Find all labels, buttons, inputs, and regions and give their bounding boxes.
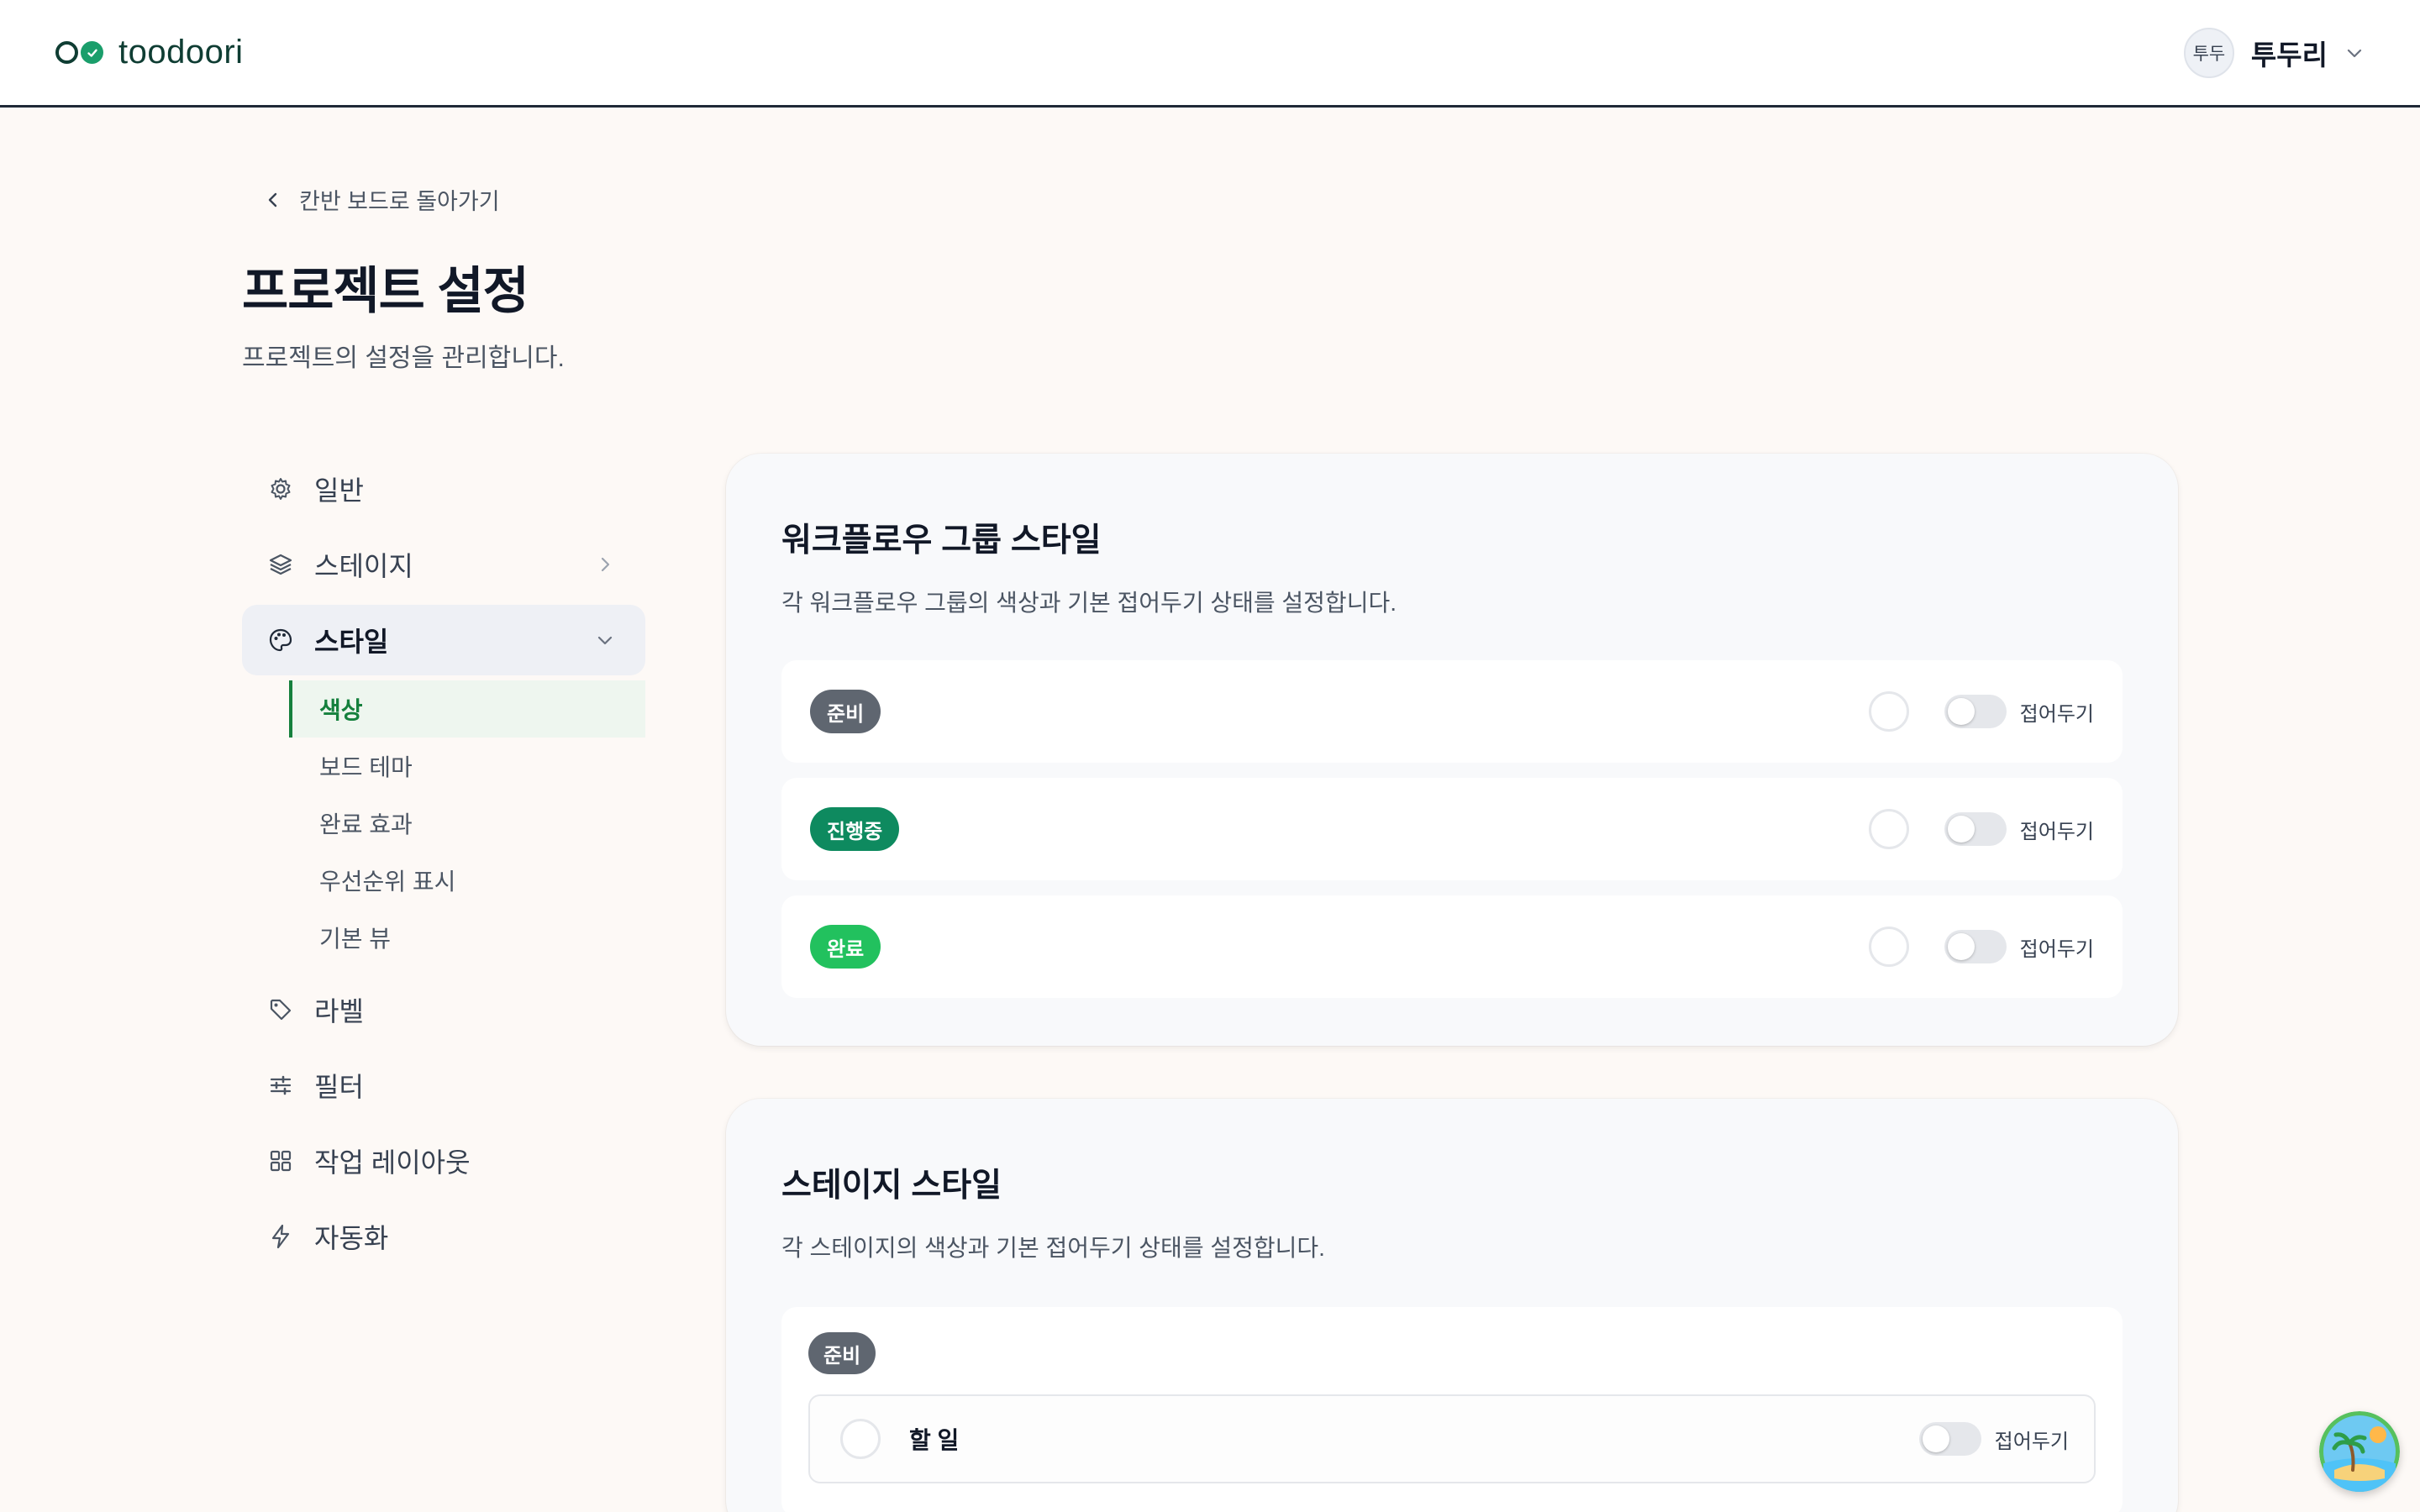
subnav-item-completion-effect[interactable]: 완료 효과 [289, 795, 645, 852]
palette-icon [269, 628, 292, 652]
color-picker-button[interactable] [840, 1419, 881, 1459]
beach-island-icon [2319, 1411, 2400, 1492]
gear-icon [271, 478, 291, 500]
page-description: 프로젝트의 설정을 관리합니다. [242, 344, 565, 372]
collapse-toggle[interactable] [1944, 695, 2007, 728]
color-picker-button[interactable] [1868, 809, 1909, 849]
tag-icon [270, 999, 292, 1021]
user-menu[interactable]: 투두 투두리 [2183, 27, 2365, 78]
color-picker-button[interactable] [1868, 927, 1909, 967]
chevron-left-icon [268, 192, 277, 207]
subnav-item-color[interactable]: 색상 [289, 680, 645, 738]
back-link-label: 칸반 보드로 돌아가기 [299, 189, 500, 214]
subnav-item-board-theme[interactable]: 보드 테마 [289, 738, 645, 795]
workflow-group-row-done: 완료 접어두기 [781, 895, 2123, 998]
workflow-group-row-in-progress: 진행중 접어두기 [781, 778, 2123, 880]
section-description: 각 스테이지의 색상과 기본 접어두기 상태를 설정합니다. [781, 1235, 1325, 1261]
stage-row-todo: 할 일 접어두기 [808, 1394, 2096, 1483]
logo-mark-icon [55, 41, 103, 64]
sidebar-item-automation[interactable]: 자동화 [242, 1201, 645, 1272]
sidebar-item-label: 라벨 [314, 996, 364, 1026]
app-logo[interactable]: toodoori [55, 34, 244, 71]
style-subnav: 색상 보드 테마 완료 효과 우선순위 표시 기본 뷰 [289, 680, 645, 966]
avatar[interactable]: 투두 [2183, 27, 2234, 78]
settings-sidebar: 일반 스테이지 스타일 색상 보드 테마 완료 효과 우선순위 표시 기본 뷰 … [242, 454, 645, 1277]
brand-name: toodoori [118, 34, 244, 71]
collapse-toggle[interactable] [1918, 1422, 1981, 1456]
group-badge: 준비 [810, 690, 881, 733]
stage-group-ready: 준비 할 일 접어두기 [781, 1307, 2123, 1512]
section-title: 워크플로우 그룹 스타일 [781, 522, 1102, 559]
group-badge: 진행중 [810, 807, 900, 851]
chevron-right-icon [601, 557, 610, 572]
sidebar-item-general[interactable]: 일반 [242, 454, 645, 524]
sliders-icon [270, 1075, 292, 1095]
sidebar-item-label: 스타일 [314, 627, 389, 657]
group-badge: 완료 [810, 925, 881, 969]
section-description: 각 워크플로우 그룹의 색상과 기본 접어두기 상태를 설정합니다. [781, 590, 1397, 616]
sidebar-item-label: 스테이지 [314, 551, 413, 581]
subnav-item-priority-display[interactable]: 우선순위 표시 [289, 852, 645, 909]
sidebar-item-label: 자동화 [314, 1223, 389, 1253]
user-name[interactable]: 투두리 [2251, 33, 2328, 73]
sidebar-item-labels[interactable]: 라벨 [242, 974, 645, 1045]
chevron-down-icon[interactable] [2344, 43, 2365, 63]
sidebar-item-filters[interactable]: 필터 [242, 1050, 645, 1121]
sidebar-item-stages[interactable]: 스테이지 [242, 529, 645, 600]
stage-name: 할 일 [909, 1427, 960, 1453]
collapse-toggle-label: 접어두기 [2019, 820, 2094, 843]
workflow-group-list: 준비 접어두기 진행중 접어두기 완료 접어두기 [781, 660, 2123, 998]
section-title: 스테이지 스타일 [781, 1168, 1002, 1204]
workflow-group-style-card: 워크플로우 그룹 스타일 각 워크플로우 그룹의 색상과 기본 접어두기 상태를… [726, 454, 2178, 1046]
sidebar-item-task-layout[interactable]: 작업 레이아웃 [242, 1126, 645, 1196]
back-to-kanban-link[interactable]: 칸반 보드로 돌아가기 [264, 183, 500, 216]
page-title: 프로젝트 설정 [242, 263, 529, 319]
top-navbar: toodoori 투두 투두리 [0, 0, 2420, 108]
floating-theme-badge[interactable] [2319, 1411, 2400, 1492]
sidebar-item-label: 작업 레이아웃 [314, 1147, 471, 1178]
subnav-item-default-view[interactable]: 기본 뷰 [289, 909, 645, 966]
group-badge: 준비 [808, 1332, 876, 1374]
collapse-toggle[interactable] [1944, 812, 2007, 846]
stage-style-card: 스테이지 스타일 각 스테이지의 색상과 기본 접어두기 상태를 설정합니다. … [726, 1099, 2178, 1512]
bolt-icon [271, 1224, 290, 1249]
grid-icon [270, 1150, 292, 1172]
layers-icon [269, 554, 292, 575]
workflow-group-row-ready: 준비 접어두기 [781, 660, 2123, 763]
sidebar-item-label: 필터 [314, 1072, 364, 1102]
collapse-toggle-label: 접어두기 [2019, 702, 2094, 726]
collapse-toggle-label: 접어두기 [2019, 937, 2094, 961]
collapse-toggle-label: 접어두기 [1994, 1430, 2069, 1453]
chevron-down-icon [597, 636, 613, 645]
sidebar-item-label: 일반 [314, 475, 364, 506]
sidebar-item-style[interactable]: 스타일 [242, 605, 645, 675]
color-picker-button[interactable] [1868, 691, 1909, 732]
collapse-toggle[interactable] [1944, 930, 2007, 963]
